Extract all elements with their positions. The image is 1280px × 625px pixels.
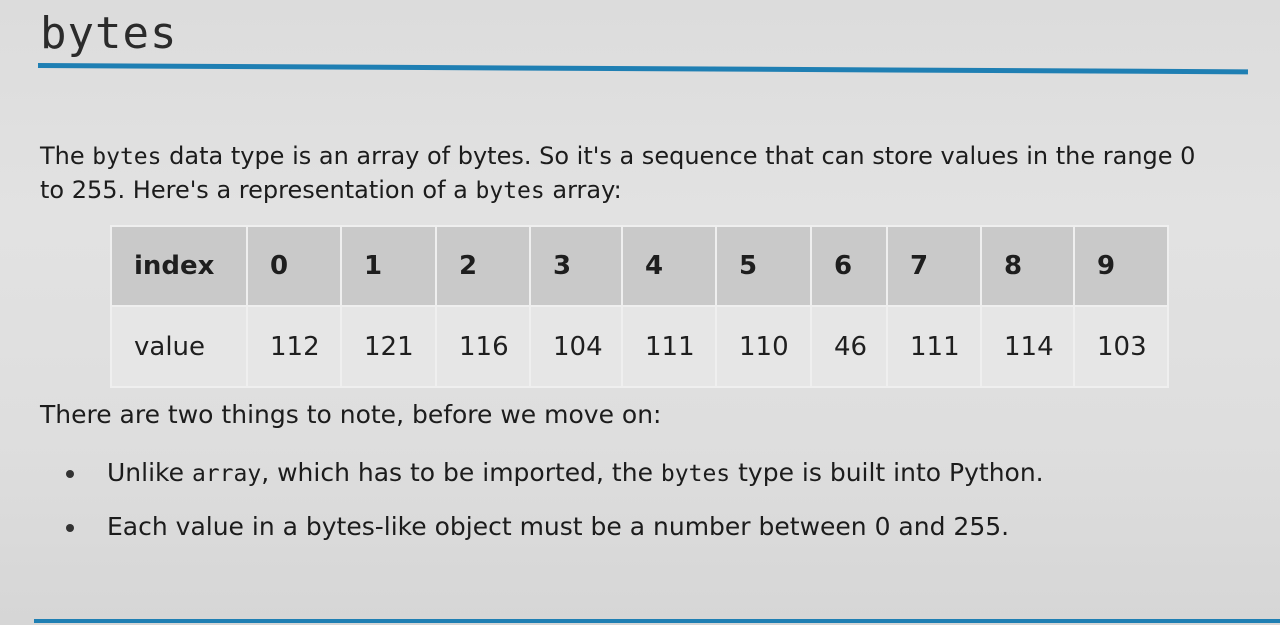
index-cell: 1 bbox=[340, 225, 437, 307]
index-cell: 6 bbox=[810, 225, 888, 307]
index-cell: 4 bbox=[621, 225, 717, 307]
bullet-icon bbox=[66, 524, 74, 532]
note-paragraph: There are two things to note, before we … bbox=[40, 400, 662, 429]
value-cell: 110 bbox=[715, 305, 812, 388]
slide-title: bytes bbox=[40, 8, 178, 59]
index-cell: 3 bbox=[529, 225, 623, 307]
slide: bytes The bytes data type is an array of… bbox=[0, 0, 1280, 625]
bullet-text: Unlike bbox=[107, 458, 192, 487]
header-label-index: index bbox=[110, 225, 248, 307]
index-cell: 9 bbox=[1073, 225, 1169, 307]
value-cell: 46 bbox=[810, 305, 888, 388]
title-underline bbox=[37, 63, 1248, 75]
intro-code-bytes-1: bytes bbox=[92, 144, 162, 170]
bullet-list: Unlike array, which has to be imported, … bbox=[60, 452, 1044, 560]
intro-text-1: The bbox=[40, 142, 93, 170]
bytes-table: index 0 1 2 3 4 5 6 7 8 9 value 112 121 … bbox=[110, 225, 1169, 388]
value-cell: 116 bbox=[435, 305, 531, 388]
intro-code-bytes-2: bytes bbox=[475, 178, 545, 204]
index-cell: 2 bbox=[435, 225, 531, 307]
index-cell: 0 bbox=[246, 225, 342, 307]
index-cell: 7 bbox=[886, 225, 982, 307]
bullet-icon bbox=[66, 470, 74, 478]
intro-text-3: array: bbox=[544, 176, 622, 204]
row-label-value: value bbox=[110, 305, 248, 388]
list-item: Unlike array, which has to be imported, … bbox=[60, 452, 1044, 506]
value-cell: 112 bbox=[246, 305, 342, 388]
value-cell: 104 bbox=[529, 305, 623, 388]
value-cell: 111 bbox=[886, 305, 982, 388]
table-header-row: index 0 1 2 3 4 5 6 7 8 9 bbox=[110, 225, 1169, 307]
bullet-text: Each value in a bytes-like object must b… bbox=[107, 512, 1010, 541]
index-cell: 8 bbox=[980, 225, 1075, 307]
bullet-text: , which has to be imported, the bbox=[261, 458, 661, 487]
value-cell: 121 bbox=[340, 305, 437, 388]
bullet-code-array: array bbox=[191, 461, 262, 487]
bullet-code-bytes: bytes bbox=[660, 461, 731, 487]
intro-paragraph: The bytes data type is an array of bytes… bbox=[40, 140, 1220, 208]
index-cell: 5 bbox=[715, 225, 812, 307]
list-item: Each value in a bytes-like object must b… bbox=[60, 506, 1044, 560]
value-cell: 111 bbox=[621, 305, 717, 388]
value-cell: 114 bbox=[980, 305, 1075, 388]
footer-rule bbox=[34, 619, 1280, 623]
bullet-text: type is built into Python. bbox=[730, 458, 1044, 487]
table-value-row: value 112 121 116 104 111 110 46 111 114… bbox=[110, 305, 1169, 388]
value-cell: 103 bbox=[1073, 305, 1169, 388]
